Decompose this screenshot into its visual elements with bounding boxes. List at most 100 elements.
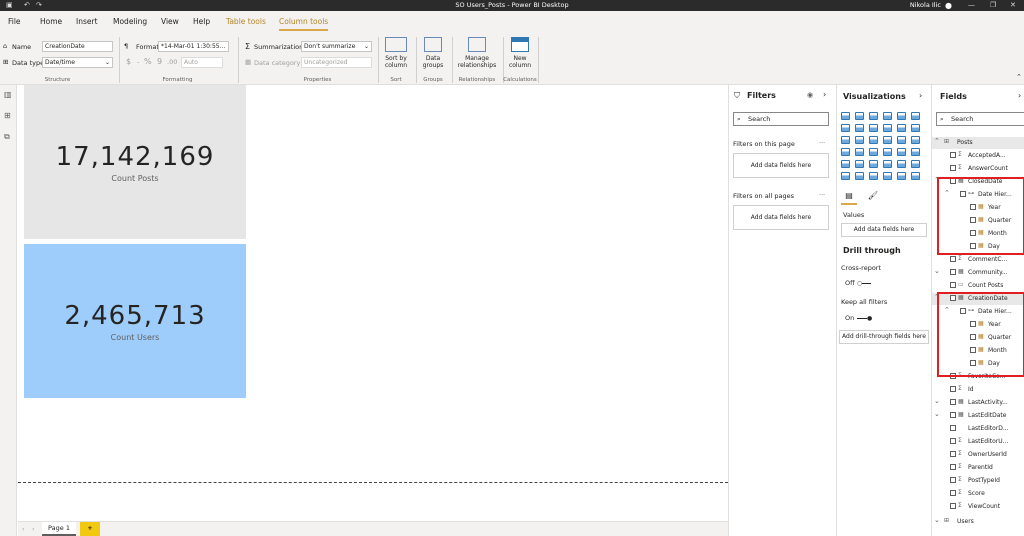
field-checkbox[interactable]: [950, 399, 956, 405]
user-name[interactable]: Nikola Ilic: [910, 1, 941, 9]
field-item[interactable]: ▭ Count Posts: [932, 280, 1024, 292]
field-checkbox[interactable]: [950, 386, 956, 392]
manage-relationships-button[interactable]: Manage relationships: [454, 55, 500, 69]
field-checkbox[interactable]: [950, 269, 956, 275]
values-drop-zone[interactable]: Add data fields here: [841, 223, 927, 237]
field-checkbox[interactable]: [950, 152, 956, 158]
more-options-icon[interactable]: ···: [819, 191, 825, 199]
visual-type-icon[interactable]: [855, 172, 864, 180]
field-item[interactable]: Σ AcceptedA...: [932, 150, 1024, 162]
field-item[interactable]: ⌄ ▦ LastActivity...: [932, 397, 1024, 409]
visual-type-icon[interactable]: [897, 160, 906, 168]
visual-type-icon[interactable]: [911, 112, 920, 120]
visual-type-icon[interactable]: [883, 160, 892, 168]
fields-tab-icon[interactable]: ▤: [841, 191, 857, 205]
field-checkbox[interactable]: [950, 451, 956, 457]
collapse-ribbon-icon[interactable]: ⌃: [1016, 73, 1022, 81]
decimals-input[interactable]: Auto: [181, 57, 223, 68]
menu-table-tools[interactable]: Table tools: [226, 17, 266, 26]
visual-type-icon[interactable]: [841, 136, 850, 144]
visual-type-icon[interactable]: [841, 112, 850, 120]
visual-type-icon[interactable]: [869, 148, 878, 156]
keep-filters-toggle[interactable]: ●: [857, 315, 873, 322]
drill-through-drop-zone[interactable]: Add drill-through fields here: [839, 330, 929, 344]
table-posts[interactable]: ⌃ ⊞ Posts: [932, 137, 1024, 149]
visual-type-icon[interactable]: [897, 136, 906, 144]
visual-type-icon[interactable]: [855, 112, 864, 120]
visual-type-icon[interactable]: [869, 160, 878, 168]
field-item[interactable]: Σ PostTypeId: [932, 475, 1024, 487]
field-item[interactable]: Σ Score: [932, 488, 1024, 500]
menu-home[interactable]: Home: [40, 17, 62, 26]
field-checkbox[interactable]: [950, 165, 956, 171]
visual-type-icon[interactable]: [855, 136, 864, 144]
tab-page-1[interactable]: Page 1: [42, 522, 76, 536]
field-item[interactable]: LastEditorD...: [932, 423, 1024, 435]
field-item[interactable]: ⌄ ▦ LastEditDate: [932, 410, 1024, 422]
avatar[interactable]: ●: [945, 0, 952, 11]
percent-button[interactable]: %: [144, 57, 152, 66]
summarization-select[interactable]: Don't summarize ⌄: [301, 41, 372, 52]
visual-type-icon[interactable]: [883, 124, 892, 132]
prev-page-icon[interactable]: ‹: [22, 525, 25, 533]
menu-insert[interactable]: Insert: [76, 17, 98, 26]
visual-type-icon[interactable]: [883, 112, 892, 120]
field-checkbox[interactable]: [950, 412, 956, 418]
menu-help[interactable]: Help: [193, 17, 210, 26]
data-view-icon[interactable]: ⊞: [4, 111, 11, 120]
visual-type-icon[interactable]: [841, 148, 850, 156]
name-input[interactable]: CreationDate: [42, 41, 113, 52]
visual-type-icon[interactable]: [869, 136, 878, 144]
fields-search-input[interactable]: ⌕ Search: [936, 112, 1024, 126]
field-checkbox[interactable]: [950, 256, 956, 262]
visual-type-icon[interactable]: [883, 148, 892, 156]
more-options-icon[interactable]: ···: [819, 139, 825, 147]
sort-by-column-button[interactable]: Sort by column: [380, 55, 412, 69]
comma-button[interactable]: 9: [157, 57, 162, 66]
field-item[interactable]: Σ ParentId: [932, 462, 1024, 474]
datacategory-select[interactable]: Uncategorized: [301, 57, 372, 68]
next-page-icon[interactable]: ›: [32, 525, 35, 533]
visual-type-icon[interactable]: [869, 124, 878, 132]
close-icon[interactable]: ✕: [1010, 0, 1016, 11]
visual-type-icon[interactable]: [897, 148, 906, 156]
chevron-down-icon[interactable]: ⌄: [934, 267, 940, 275]
field-checkbox[interactable]: [950, 438, 956, 444]
card-count-posts[interactable]: 17,142,169 Count Posts: [24, 85, 246, 239]
filters-all-drop-zone[interactable]: Add data fields here: [733, 205, 829, 230]
visual-type-icon[interactable]: [897, 112, 906, 120]
visual-type-icon[interactable]: [897, 124, 906, 132]
field-checkbox[interactable]: [950, 477, 956, 483]
field-checkbox[interactable]: [950, 282, 956, 288]
visual-type-icon[interactable]: [855, 124, 864, 132]
filters-page-drop-zone[interactable]: Add data fields here: [733, 153, 829, 178]
menu-view[interactable]: View: [161, 17, 179, 26]
visual-type-icon[interactable]: [911, 160, 920, 168]
visual-type-icon[interactable]: [911, 148, 920, 156]
field-item[interactable]: Σ OwnerUserId: [932, 449, 1024, 461]
minimize-icon[interactable]: —: [968, 0, 975, 11]
report-view-icon[interactable]: ▥: [4, 90, 12, 99]
field-item[interactable]: Σ ViewCount: [932, 501, 1024, 513]
add-page-button[interactable]: +: [80, 522, 100, 536]
currency-button[interactable]: $: [126, 57, 131, 66]
datatype-select[interactable]: Date/time ⌄: [42, 57, 113, 68]
visual-type-icon[interactable]: [883, 136, 892, 144]
field-item[interactable]: Σ Id: [932, 384, 1024, 396]
menu-modeling[interactable]: Modeling: [113, 17, 147, 26]
menu-file[interactable]: File: [8, 17, 21, 26]
visual-type-icon[interactable]: [897, 172, 906, 180]
field-item[interactable]: Σ LastEditorU...: [932, 436, 1024, 448]
field-checkbox[interactable]: [950, 425, 956, 431]
menu-column-tools[interactable]: Column tools: [279, 17, 329, 31]
visual-type-icon[interactable]: [911, 124, 920, 132]
new-column-button[interactable]: New column: [505, 55, 535, 69]
field-checkbox[interactable]: [950, 464, 956, 470]
report-canvas[interactable]: 17,142,169 Count Posts 2,465,713 Count U…: [18, 85, 728, 521]
collapse-viz-icon[interactable]: ›: [919, 91, 922, 100]
data-groups-button[interactable]: Data groups: [418, 55, 448, 69]
visual-type-icon[interactable]: [883, 172, 892, 180]
field-item[interactable]: Σ AnswerCount: [932, 163, 1024, 175]
chevron-down-icon[interactable]: ⌄: [934, 397, 940, 405]
eye-icon[interactable]: ◉: [807, 91, 813, 99]
